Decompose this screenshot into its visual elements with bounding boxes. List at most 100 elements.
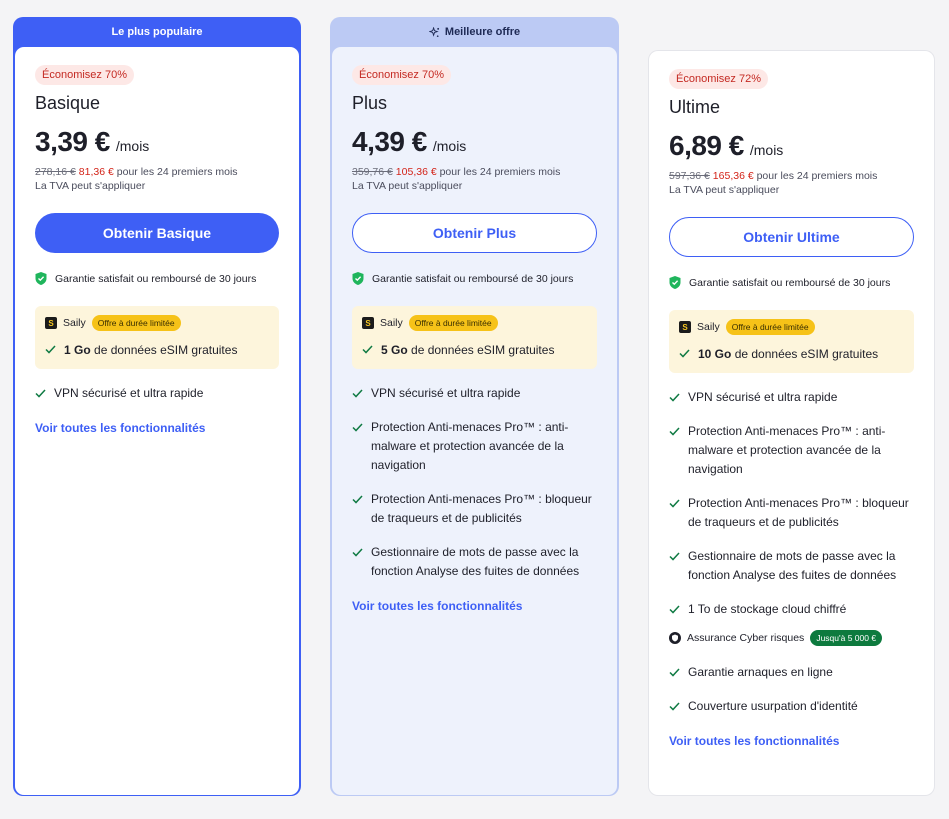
feature-item: Protection Anti-menaces Pro™ : bloqueur … xyxy=(352,490,597,528)
money-back-guarantee: Garantie satisfait ou remboursé de 30 jo… xyxy=(352,272,597,285)
feature-list: VPN sécurisé et ultra rapide Protection … xyxy=(352,384,597,581)
price-period: /mois xyxy=(432,138,467,154)
see-all-features-link[interactable]: Voir toutes les fonctionnalités xyxy=(35,421,205,435)
discount-badge: Économisez 70% xyxy=(35,65,134,85)
best-offer-banner: Meilleure offre xyxy=(332,17,617,47)
check-icon xyxy=(669,494,680,513)
check-icon xyxy=(669,663,680,682)
money-back-guarantee: Garantie satisfait ou remboursé de 30 jo… xyxy=(669,276,914,289)
plan-card-basique: Le plus populaire Économisez 70% Basique… xyxy=(13,17,301,796)
feature-item: Garantie arnaques en ligne xyxy=(669,663,914,682)
get-basique-button[interactable]: Obtenir Basique xyxy=(35,213,279,253)
monthly-price: 4,39 € xyxy=(352,126,427,157)
plan-name: Basique xyxy=(35,93,101,113)
billing-note: 359,76 € 105,36 € pour les 24 premiers m… xyxy=(352,166,597,178)
plan-name: Ultime xyxy=(669,97,721,117)
sparkle-icon xyxy=(428,26,439,37)
check-icon xyxy=(362,343,373,357)
shield-check-icon xyxy=(669,276,681,289)
shield-check-icon xyxy=(35,272,47,285)
period-note: pour les 24 premiers mois xyxy=(756,170,878,182)
feature-item: Gestionnaire de mots de passe avec la fo… xyxy=(669,547,914,585)
saily-logo-icon: S xyxy=(679,321,691,333)
check-icon xyxy=(352,384,363,403)
feature-item: Gestionnaire de mots de passe avec la fo… xyxy=(352,543,597,581)
check-icon xyxy=(679,347,690,361)
price-row: 4,39 € /mois xyxy=(352,126,597,158)
period-note: pour les 24 premiers mois xyxy=(116,166,238,178)
feature-item: VPN sécurisé et ultra rapide xyxy=(352,384,597,403)
price-period: /mois xyxy=(115,138,150,154)
cyber-insurance-badge: Jusqu'à 5 000 € xyxy=(810,630,883,646)
check-icon xyxy=(669,388,680,407)
check-icon xyxy=(669,422,680,441)
esim-data-text: 10 Go de données eSIM gratuites xyxy=(698,347,879,361)
shield-check-icon xyxy=(352,272,364,285)
saily-offer: S Saily Offre à durée limitée 5 Go de do… xyxy=(352,306,597,369)
feature-item: VPN sécurisé et ultra rapide xyxy=(35,384,279,403)
feature-item: Couverture usurpation d'identité xyxy=(669,697,914,716)
plan-name: Plus xyxy=(352,93,388,113)
feature-item: 1 To de stockage cloud chiffré xyxy=(669,600,914,619)
feature-item: Protection Anti-menaces Pro™ : anti-malw… xyxy=(669,422,914,479)
price-row: 3,39 € /mois xyxy=(35,126,279,158)
esim-data-text: 5 Go de données eSIM gratuites xyxy=(381,343,555,357)
plan-card-body: Économisez 70% Basique 3,39 € /mois 278,… xyxy=(15,47,299,795)
saily-offer: S Saily Offre à durée limitée 10 Go de d… xyxy=(669,310,914,373)
discount-badge: Économisez 70% xyxy=(352,65,451,85)
monthly-price: 6,89 € xyxy=(669,130,744,161)
feature-list: VPN sécurisé et ultra rapide Protection … xyxy=(669,388,914,716)
plan-card-plus: Meilleure offre Économisez 70% Plus 4,39… xyxy=(330,17,619,796)
vat-note: La TVA peut s'appliquer xyxy=(35,180,146,192)
plan-card-ultime: Économisez 72% Ultime 6,89 € /mois 597,3… xyxy=(648,50,935,796)
check-icon xyxy=(352,543,363,562)
monthly-price: 3,39 € xyxy=(35,126,110,157)
check-icon xyxy=(352,418,363,437)
feature-list: VPN sécurisé et ultra rapide xyxy=(35,384,279,403)
price-period: /mois xyxy=(749,142,784,158)
saily-logo-icon: S xyxy=(362,317,374,329)
billing-note: 278,16 € 81,36 € pour les 24 premiers mo… xyxy=(35,166,279,178)
check-icon xyxy=(669,600,680,619)
feature-item: Protection Anti-menaces Pro™ : bloqueur … xyxy=(669,494,914,532)
money-back-guarantee: Garantie satisfait ou remboursé de 30 jo… xyxy=(35,272,279,285)
limited-offer-badge: Offre à durée limitée xyxy=(408,315,498,331)
cyber-insurance-icon xyxy=(669,632,681,644)
billing-note: 597,36 € 165,36 € pour les 24 premiers m… xyxy=(669,170,914,182)
saily-brand: Saily xyxy=(380,317,403,329)
check-icon xyxy=(669,547,680,566)
original-price: 597,36 € xyxy=(669,170,710,182)
discounted-total: 165,36 € xyxy=(712,170,754,182)
discounted-total: 81,36 € xyxy=(78,166,114,178)
limited-offer-badge: Offre à durée limitée xyxy=(91,315,181,331)
guarantee-text: Garantie satisfait ou remboursé de 30 jo… xyxy=(689,276,891,289)
guarantee-text: Garantie satisfait ou remboursé de 30 jo… xyxy=(372,272,574,285)
plan-card-body: Économisez 70% Plus 4,39 € /mois 359,76 … xyxy=(332,47,617,795)
check-icon xyxy=(669,697,680,716)
cyber-insurance-label: Assurance Cyber risques xyxy=(687,632,805,644)
guarantee-text: Garantie satisfait ou remboursé de 30 jo… xyxy=(55,272,257,285)
discount-badge: Économisez 72% xyxy=(669,69,768,89)
discounted-total: 105,36 € xyxy=(395,166,437,178)
saily-offer: S Saily Offre à durée limitée 1 Go de do… xyxy=(35,306,279,369)
check-icon xyxy=(35,384,46,403)
check-icon xyxy=(45,343,56,357)
saily-logo-icon: S xyxy=(45,317,57,329)
cyber-insurance-row: Assurance Cyber risques Jusqu'à 5 000 € xyxy=(669,630,914,646)
vat-note: La TVA peut s'appliquer xyxy=(669,184,780,196)
vat-note: La TVA peut s'appliquer xyxy=(352,180,463,192)
saily-brand: Saily xyxy=(63,317,86,329)
popular-banner: Le plus populaire xyxy=(111,26,203,38)
get-plus-button[interactable]: Obtenir Plus xyxy=(352,213,597,253)
esim-data-text: 1 Go de données eSIM gratuites xyxy=(64,343,238,357)
limited-offer-badge: Offre à durée limitée xyxy=(725,319,815,335)
period-note: pour les 24 premiers mois xyxy=(439,166,561,178)
get-ultime-button[interactable]: Obtenir Ultime xyxy=(669,217,914,257)
feature-item: VPN sécurisé et ultra rapide xyxy=(669,388,914,407)
original-price: 278,16 € xyxy=(35,166,76,178)
feature-item: Protection Anti-menaces Pro™ : anti-malw… xyxy=(352,418,597,475)
original-price: 359,76 € xyxy=(352,166,393,178)
see-all-features-link[interactable]: Voir toutes les fonctionnalités xyxy=(669,734,839,748)
see-all-features-link[interactable]: Voir toutes les fonctionnalités xyxy=(352,599,522,613)
plan-card-body: Économisez 72% Ultime 6,89 € /mois 597,3… xyxy=(649,51,934,795)
